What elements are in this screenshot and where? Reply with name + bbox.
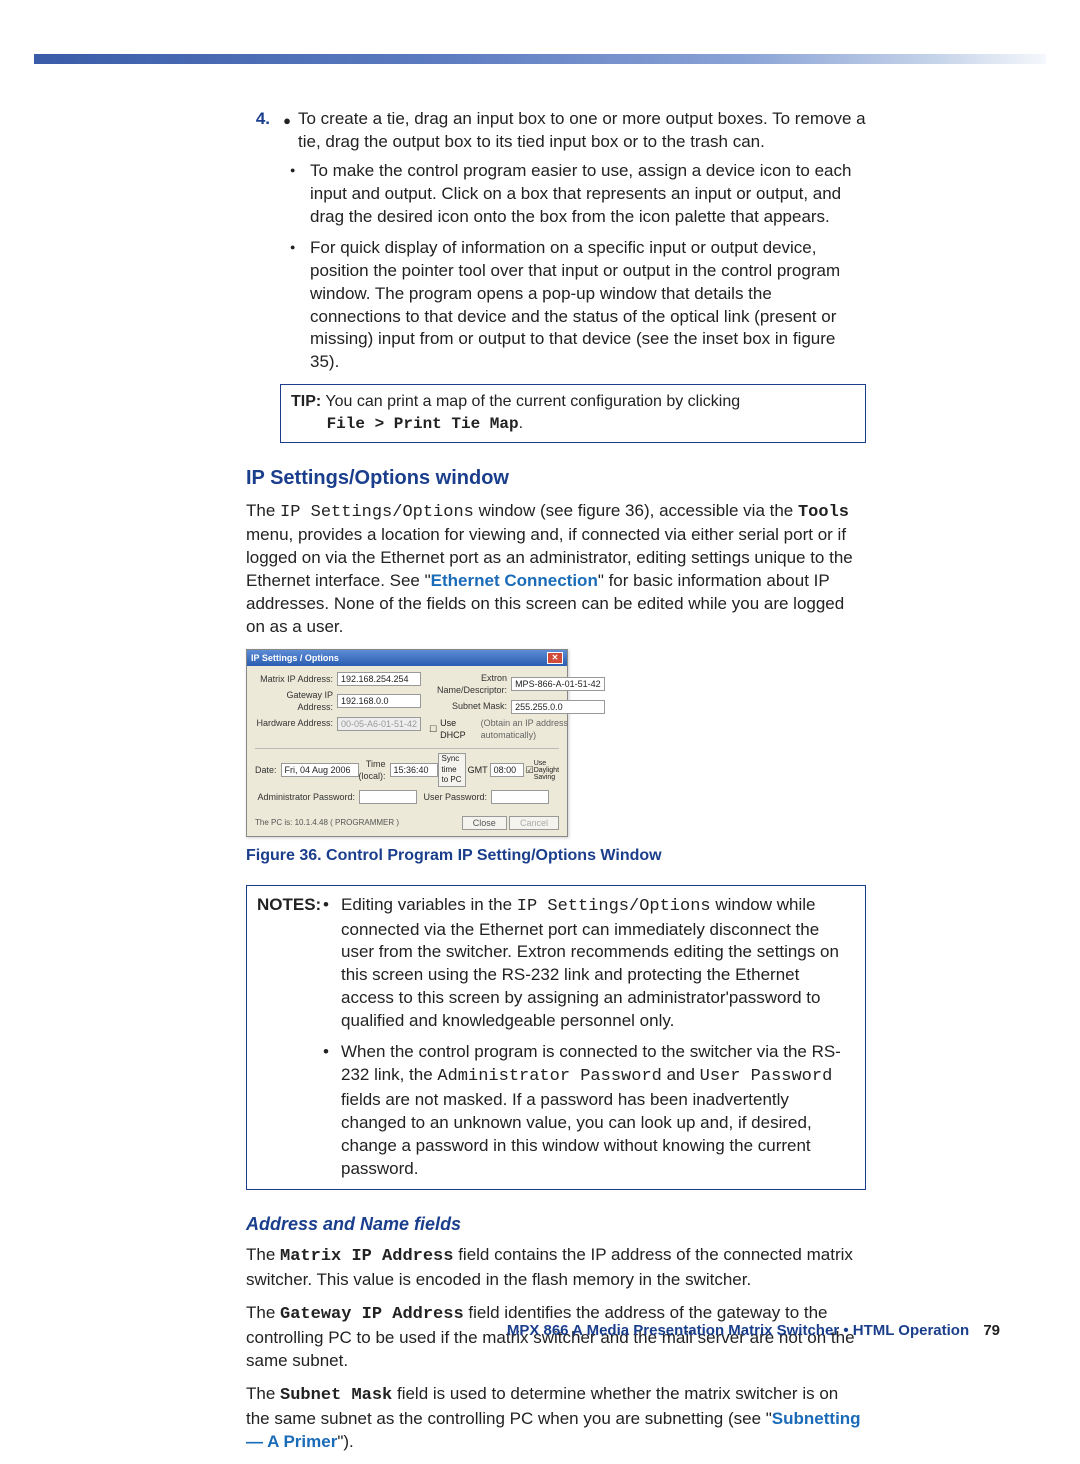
header-bar [34, 54, 1046, 64]
hardware-addr-field: 00-05-A6-01-51-42 [337, 717, 421, 731]
subnet-label: Subnet Mask: [429, 700, 511, 712]
date-field[interactable]: Fri, 04 Aug 2006 [281, 763, 359, 777]
main-content: 4. ● To create a tie, drag an input box … [246, 108, 866, 1464]
notes-box: NOTES: • Editing variables in the IP Set… [246, 885, 866, 1190]
step-4-sublist: To make the control program easier to us… [246, 160, 866, 374]
tip-tail: . [519, 415, 523, 432]
admin-pw-label: Administrator Password: [255, 791, 359, 803]
tip-text: You can print a map of the current confi… [325, 393, 740, 410]
gateway-ip-field[interactable]: 192.168.0.0 [337, 694, 421, 708]
user-pw-label: User Password: [417, 791, 491, 803]
page-footer: MPX 866 A Media Presentation Matrix Swit… [507, 1321, 1000, 1341]
sub-item: To make the control program easier to us… [246, 160, 866, 229]
bullet-icon: ● [276, 108, 298, 130]
mono-text: Gateway IP Address [280, 1305, 464, 1324]
ethernet-connection-link[interactable]: Ethernet Connection [431, 571, 598, 590]
daylight-checkbox[interactable]: Use Daylight Saving [534, 760, 559, 781]
matrix-ip-label: Matrix IP Address: [255, 673, 337, 685]
hardware-addr-label: Hardware Address: [255, 717, 337, 729]
bullet-icon: • [323, 1041, 341, 1064]
date-label: Date: [255, 764, 281, 776]
section-heading: IP Settings/Options window [246, 465, 866, 492]
ip-settings-dialog: IP Settings / Options ✕ Matrix IP Addres… [246, 649, 568, 837]
close-button[interactable]: Close [462, 816, 507, 830]
close-icon[interactable]: ✕ [547, 652, 563, 664]
tip-mono: File > Print Tie Map [327, 415, 519, 433]
mono-text: IP Settings/Options [517, 897, 711, 916]
step-4: 4. ● To create a tie, drag an input box … [246, 108, 866, 154]
gmt-field[interactable]: 08:00 [490, 763, 524, 777]
time-field[interactable]: 15:36:40 [390, 763, 438, 777]
gmt-label: GMT [466, 764, 490, 776]
user-pw-field[interactable] [491, 790, 549, 804]
note-item: • When the control program is connected … [257, 1041, 855, 1181]
mono-text: IP Settings/Options [280, 503, 474, 522]
subsection-para: The Matrix IP Address field contains the… [246, 1244, 866, 1292]
page-number: 79 [983, 1322, 1000, 1339]
page: 4. ● To create a tie, drag an input box … [0, 0, 1080, 1397]
dialog-footer-text: The PC is: 10.1.4.48 ( PROGRAMMER ) [255, 818, 399, 829]
sync-time-button[interactable]: Sync time to PC [438, 753, 466, 787]
cancel-button: Cancel [509, 816, 559, 830]
sub-item: For quick display of information on a sp… [246, 237, 866, 375]
subsection-para: The Subnet Mask field is used to determi… [246, 1383, 866, 1454]
subnet-field[interactable]: 255.255.0.0 [511, 700, 605, 714]
matrix-ip-field[interactable]: 192.168.254.254 [337, 672, 421, 686]
gateway-ip-label: Gateway IP Address: [255, 689, 337, 713]
dhcp-checkbox[interactable]: Use DHCP [437, 717, 481, 741]
mono-text: Matrix IP Address [280, 1247, 453, 1266]
footer-text: MPX 866 A Media Presentation Matrix Swit… [507, 1322, 969, 1339]
name-label: Extron Name/Descriptor: [429, 672, 511, 696]
dhcp-hint: (Obtain an IP address automatically) [481, 717, 605, 741]
notes-label: NOTES: [257, 894, 323, 917]
mono-text: Administrator Password [437, 1067, 661, 1086]
figure-caption: Figure 36. Control Program IP Setting/Op… [246, 845, 866, 867]
time-label: Time (local): [359, 758, 390, 782]
tip-box: TIP: You can print a map of the current … [280, 384, 866, 442]
step-text: To create a tie, drag an input box to on… [298, 108, 866, 154]
name-field[interactable]: MPS-866-A-01-51-42 [511, 677, 605, 691]
admin-pw-field[interactable] [359, 790, 417, 804]
mono-text: User Password [700, 1067, 833, 1086]
subsection-heading: Address and Name fields [246, 1212, 866, 1236]
tip-label: TIP: [291, 393, 321, 410]
section-para: The IP Settings/Options window (see figu… [246, 500, 866, 640]
note-item: NOTES: • Editing variables in the IP Set… [257, 894, 855, 1034]
mono-text: Tools [798, 503, 849, 522]
step-number: 4. [246, 108, 276, 131]
dialog-titlebar: IP Settings / Options ✕ [247, 650, 567, 666]
dialog-title: IP Settings / Options [251, 652, 339, 664]
mono-text: Subnet Mask [280, 1386, 392, 1405]
bullet-icon: • [323, 894, 341, 917]
